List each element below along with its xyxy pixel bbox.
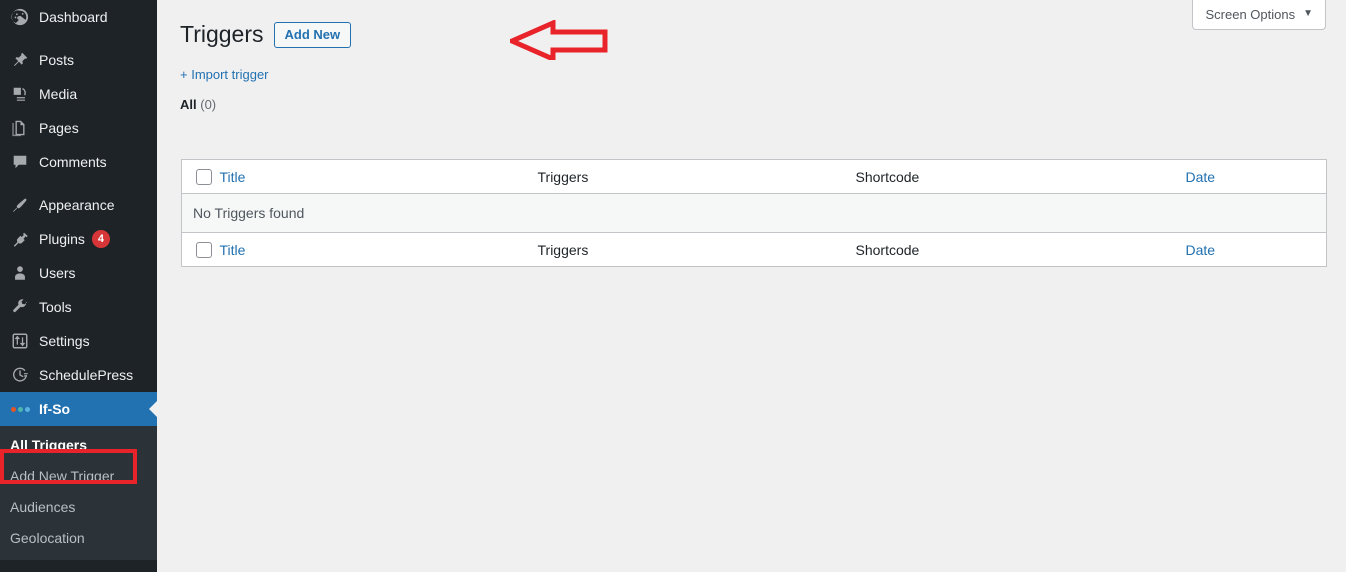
paintbrush-icon	[10, 195, 30, 215]
submenu-item-geolocation[interactable]: Geolocation	[0, 523, 157, 554]
column-footer-date[interactable]: Date	[1185, 232, 1327, 267]
select-all-header	[181, 159, 220, 194]
red-arrow-annotation	[510, 20, 608, 60]
select-all-footer-header	[181, 232, 220, 267]
plug-icon	[10, 229, 30, 249]
sidebar-item-label: Appearance	[39, 197, 115, 213]
sidebar-item-posts[interactable]: Posts	[0, 43, 157, 77]
sidebar-item-label: Dashboard	[39, 9, 108, 25]
column-footer-title[interactable]: Title	[219, 232, 538, 267]
page-header-row: Triggers Add New	[180, 20, 352, 50]
select-all-checkbox-footer[interactable]	[196, 241, 212, 258]
sidebar-item-dashboard[interactable]: Dashboard	[0, 0, 157, 34]
sidebar-item-label: Tools	[39, 299, 72, 315]
table-head: Title Triggers Shortcode Date	[181, 159, 1327, 194]
column-header-triggers: Triggers	[537, 159, 856, 194]
plugins-update-badge: 4	[91, 230, 110, 248]
media-icon	[10, 84, 30, 104]
submenu-item-audiences[interactable]: Audiences	[0, 492, 157, 523]
table-foot: Title Triggers Shortcode Date	[181, 232, 1327, 267]
column-header-date[interactable]: Date	[1185, 159, 1327, 194]
comments-icon	[10, 152, 30, 172]
filter-all-count: (0)	[200, 97, 217, 112]
column-footer-shortcode: Shortcode	[855, 232, 1186, 267]
pages-icon	[10, 118, 30, 138]
sidebar-item-users[interactable]: Users	[0, 256, 157, 290]
sidebar-item-media[interactable]: Media	[0, 77, 157, 111]
chevron-down-icon: ▼	[1303, 8, 1313, 19]
sidebar-item-label: Settings	[39, 333, 90, 349]
table-footer-row: Title Triggers Shortcode Date	[181, 232, 1327, 267]
submenu-item-add-new-trigger[interactable]: Add New Trigger	[0, 461, 157, 492]
table-header-row: Title Triggers Shortcode Date	[181, 159, 1327, 194]
user-icon	[10, 263, 30, 283]
sidebar-item-if-so[interactable]: If-So	[0, 392, 157, 426]
table-empty-row: No Triggers found	[181, 193, 1327, 233]
sidebar-item-appearance[interactable]: Appearance	[0, 188, 157, 222]
column-footer-triggers: Triggers	[537, 232, 856, 267]
sidebar-item-label: Media	[39, 86, 78, 102]
admin-sidebar: Dashboard Posts Media Pages Comments App…	[0, 0, 157, 572]
column-header-shortcode: Shortcode	[855, 159, 1186, 194]
column-header-title[interactable]: Title	[219, 159, 538, 194]
sidebar-separator	[0, 179, 157, 188]
filter-all-link[interactable]: All	[180, 97, 197, 112]
triggers-table: Title Triggers Shortcode Date No Trigger…	[181, 159, 1327, 267]
sidebar-item-label: Posts	[39, 52, 75, 68]
wrench-icon	[10, 297, 30, 317]
submenu-item-all-triggers[interactable]: All Triggers	[0, 430, 157, 461]
sidebar-item-label: Pages	[39, 120, 79, 136]
page-title: Triggers	[180, 21, 264, 47]
import-trigger-link[interactable]: + Import trigger	[180, 67, 269, 82]
sidebar-item-label: SchedulePress	[39, 367, 134, 383]
sidebar-item-label: Users	[39, 265, 76, 281]
admin-main-content: Screen Options ▼ Triggers Add New + Impo…	[157, 0, 1346, 572]
sidebar-item-plugins[interactable]: Plugins 4	[0, 222, 157, 256]
three-dots-icon	[10, 399, 30, 419]
sidebar-item-settings[interactable]: Settings	[0, 324, 157, 358]
sidebar-item-comments[interactable]: Comments	[0, 145, 157, 179]
clock-icon	[10, 365, 30, 385]
sidebar-item-label: Plugins	[39, 231, 85, 247]
table-body: No Triggers found	[181, 193, 1327, 233]
sliders-icon	[10, 331, 30, 351]
add-new-button[interactable]: Add New	[273, 21, 352, 48]
sidebar-item-tools[interactable]: Tools	[0, 290, 157, 324]
screen-options-button[interactable]: Screen Options ▼	[1192, 0, 1326, 30]
sidebar-item-label: If-So	[39, 401, 71, 417]
if-so-submenu: All Triggers Add New Trigger Audiences G…	[0, 426, 157, 560]
sidebar-item-pages[interactable]: Pages	[0, 111, 157, 145]
select-all-checkbox[interactable]	[196, 168, 212, 185]
sidebar-separator	[0, 34, 157, 43]
sidebar-item-schedulepress[interactable]: SchedulePress	[0, 358, 157, 392]
no-items-message: No Triggers found	[193, 205, 305, 221]
wordpress-admin-screen: Dashboard Posts Media Pages Comments App…	[0, 0, 1346, 572]
sidebar-item-label: Comments	[39, 154, 107, 170]
pin-icon	[10, 50, 30, 70]
screen-options-label: Screen Options	[1205, 6, 1296, 22]
dashboard-icon	[10, 7, 30, 27]
filter-links: All (0)	[180, 97, 216, 112]
